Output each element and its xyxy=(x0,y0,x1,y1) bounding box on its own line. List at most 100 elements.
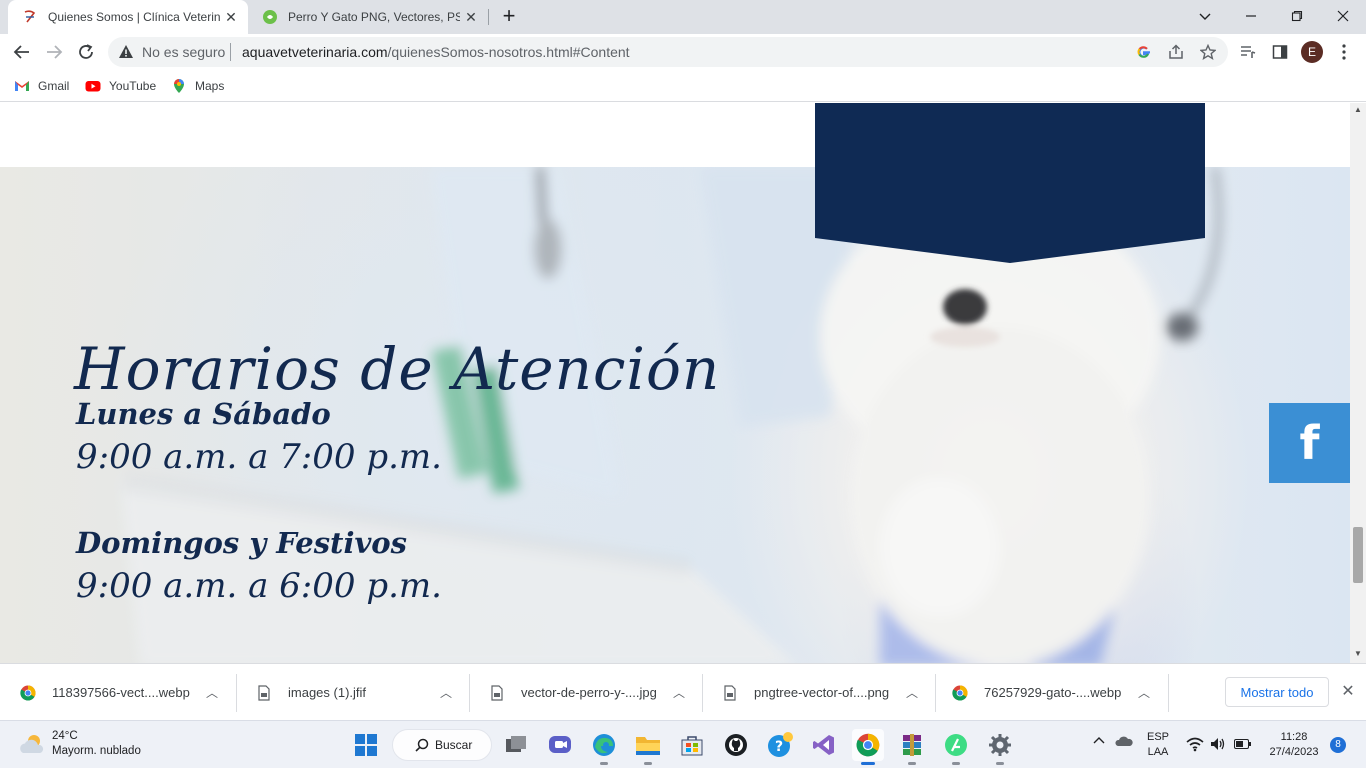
restore-button[interactable] xyxy=(1274,0,1320,32)
scroll-thumb[interactable] xyxy=(1353,527,1363,583)
schedule-days-weekend: Domingos y Festivos xyxy=(76,526,407,560)
onedrive-button[interactable] xyxy=(1115,735,1133,752)
chevron-up-icon[interactable]: ︿ xyxy=(673,684,685,701)
gear-icon xyxy=(989,734,1011,756)
windows-taskbar: 24°C Mayorm. nublado Buscar ? ESP LAA 11… xyxy=(0,720,1366,768)
chrome-icon xyxy=(856,733,880,757)
chevron-up-icon[interactable]: ︿ xyxy=(906,684,918,701)
chevron-up-icon[interactable]: ︿ xyxy=(206,684,218,701)
taskbar-android-studio[interactable] xyxy=(940,729,972,765)
schedule-days-weekdays: Lunes a Sábado xyxy=(76,397,331,431)
file-icon xyxy=(724,684,736,701)
url-text[interactable]: aquavetveterinaria.com/quienesSomos-noso… xyxy=(242,44,630,60)
clock[interactable]: 11:28 27/4/2023 xyxy=(1262,730,1326,760)
taskbar-file-explorer[interactable] xyxy=(632,729,664,765)
back-button[interactable] xyxy=(10,40,34,64)
taskbar-help[interactable]: ? xyxy=(764,729,796,761)
visual-studio-icon xyxy=(813,735,834,755)
download-filename: vector-de-perro-y-....jpg xyxy=(521,685,657,700)
weather-widget[interactable]: 24°C Mayorm. nublado xyxy=(18,729,141,759)
taskbar-github[interactable] xyxy=(720,729,752,761)
reload-icon xyxy=(79,44,93,59)
cloud-sun-icon xyxy=(20,735,44,753)
battery-icon xyxy=(1234,739,1251,749)
input-language[interactable]: ESP LAA xyxy=(1144,730,1172,760)
chevron-up-icon[interactable]: ︿ xyxy=(440,684,452,701)
page-viewport: Horarios de Atención Lunes a Sábado 9:00… xyxy=(0,103,1350,663)
new-tab-button[interactable]: + xyxy=(486,0,532,32)
profile-button[interactable]: E xyxy=(1300,40,1324,64)
minimize-button[interactable] xyxy=(1228,0,1274,32)
weather-temp: 24°C xyxy=(52,730,78,742)
close-tab-icon[interactable]: ✕ xyxy=(460,9,482,26)
youtube-icon xyxy=(85,81,101,92)
reload-button[interactable] xyxy=(74,40,98,64)
clock-time: 11:28 xyxy=(1280,731,1308,743)
navy-pennant-banner xyxy=(815,103,1205,263)
android-studio-icon xyxy=(945,734,967,756)
side-panel-icon xyxy=(1272,45,1288,59)
taskbar-settings[interactable] xyxy=(984,729,1016,765)
page-scrollbar[interactable]: ▲ ▼ xyxy=(1350,103,1366,663)
download-item[interactable]: 118397566-vect....webp ︿ xyxy=(20,664,236,721)
download-separator xyxy=(935,674,936,712)
close-tab-icon[interactable]: ✕ xyxy=(220,9,242,26)
tab-quienes-somos[interactable]: Quienes Somos | Clínica Veterinaria ✕ xyxy=(8,0,248,34)
start-button[interactable] xyxy=(350,729,382,761)
gmail-icon xyxy=(15,81,29,91)
warning-icon[interactable] xyxy=(118,44,134,60)
bookmark-star-icon[interactable] xyxy=(1200,44,1216,60)
download-item[interactable]: images (1).jfif ︿ xyxy=(256,664,468,721)
chevron-up-icon[interactable]: ︿ xyxy=(1138,684,1150,701)
google-icon[interactable] xyxy=(1136,44,1152,60)
running-indicator xyxy=(996,762,1004,765)
plus-icon: + xyxy=(502,3,516,28)
close-downloads-icon[interactable]: ✕ xyxy=(1338,681,1358,701)
download-item[interactable]: pngtree-vector-of....png ︿ xyxy=(722,664,934,721)
taskbar-search[interactable]: Buscar xyxy=(392,729,492,761)
taskbar-store[interactable] xyxy=(676,729,708,761)
scroll-down-arrow-icon[interactable]: ▼ xyxy=(1353,649,1363,658)
schedule-hours-weekdays: 9:00 a.m. a 7:00 p.m. xyxy=(76,437,442,477)
bookmark-youtube[interactable]: YouTube xyxy=(85,76,156,96)
download-filename: images (1).jfif xyxy=(288,685,367,700)
taskbar-teams[interactable] xyxy=(544,729,576,761)
file-icon xyxy=(258,684,270,701)
download-filename: 76257929-gato-....webp xyxy=(984,685,1122,700)
taskbar-winrar[interactable] xyxy=(896,729,928,765)
side-panel-button[interactable] xyxy=(1268,40,1292,64)
taskbar-chrome[interactable] xyxy=(852,729,884,765)
security-label[interactable]: No es seguro xyxy=(142,44,225,60)
forward-button[interactable] xyxy=(42,40,66,64)
download-separator xyxy=(469,674,470,712)
notification-badge[interactable]: 8 xyxy=(1330,737,1346,753)
download-item[interactable]: vector-de-perro-y-....jpg ︿ xyxy=(489,664,701,721)
scroll-up-arrow-icon[interactable]: ▲ xyxy=(1353,105,1363,114)
bookmark-maps[interactable]: Maps xyxy=(171,76,224,96)
share-icon[interactable] xyxy=(1168,44,1184,60)
winrar-icon xyxy=(903,734,921,756)
taskbar-edge[interactable] xyxy=(588,729,620,765)
show-all-downloads-button[interactable]: Mostrar todo xyxy=(1225,677,1329,707)
weather-desc: Mayorm. nublado xyxy=(52,745,141,757)
svg-text:?: ? xyxy=(775,739,783,755)
taskbar-task-view[interactable] xyxy=(500,729,532,761)
address-bar[interactable]: No es seguro aquavetveterinaria.com/quie… xyxy=(108,37,1228,67)
running-indicator xyxy=(600,762,608,765)
bookmark-label: YouTube xyxy=(109,79,157,93)
menu-button[interactable] xyxy=(1332,40,1356,64)
close-window-button[interactable] xyxy=(1320,0,1366,32)
omnibox-divider xyxy=(230,43,231,61)
edge-icon xyxy=(593,734,615,756)
media-list-icon xyxy=(1241,46,1256,58)
running-indicator xyxy=(644,762,652,765)
show-hidden-icons-button[interactable] xyxy=(1092,735,1106,750)
network-volume-battery[interactable] xyxy=(1186,736,1254,754)
reading-list-button[interactable] xyxy=(1236,40,1260,64)
download-item[interactable]: 76257929-gato-....webp ︿ xyxy=(952,664,1168,721)
tab-perro-gato[interactable]: Perro Y Gato PNG, Vectores, PSD, e Icono… xyxy=(248,0,488,34)
facebook-button[interactable]: f xyxy=(1269,403,1350,483)
taskbar-visual-studio[interactable] xyxy=(808,729,840,761)
tab-search-button[interactable] xyxy=(1182,0,1228,32)
bookmark-gmail[interactable]: Gmail xyxy=(14,76,69,96)
